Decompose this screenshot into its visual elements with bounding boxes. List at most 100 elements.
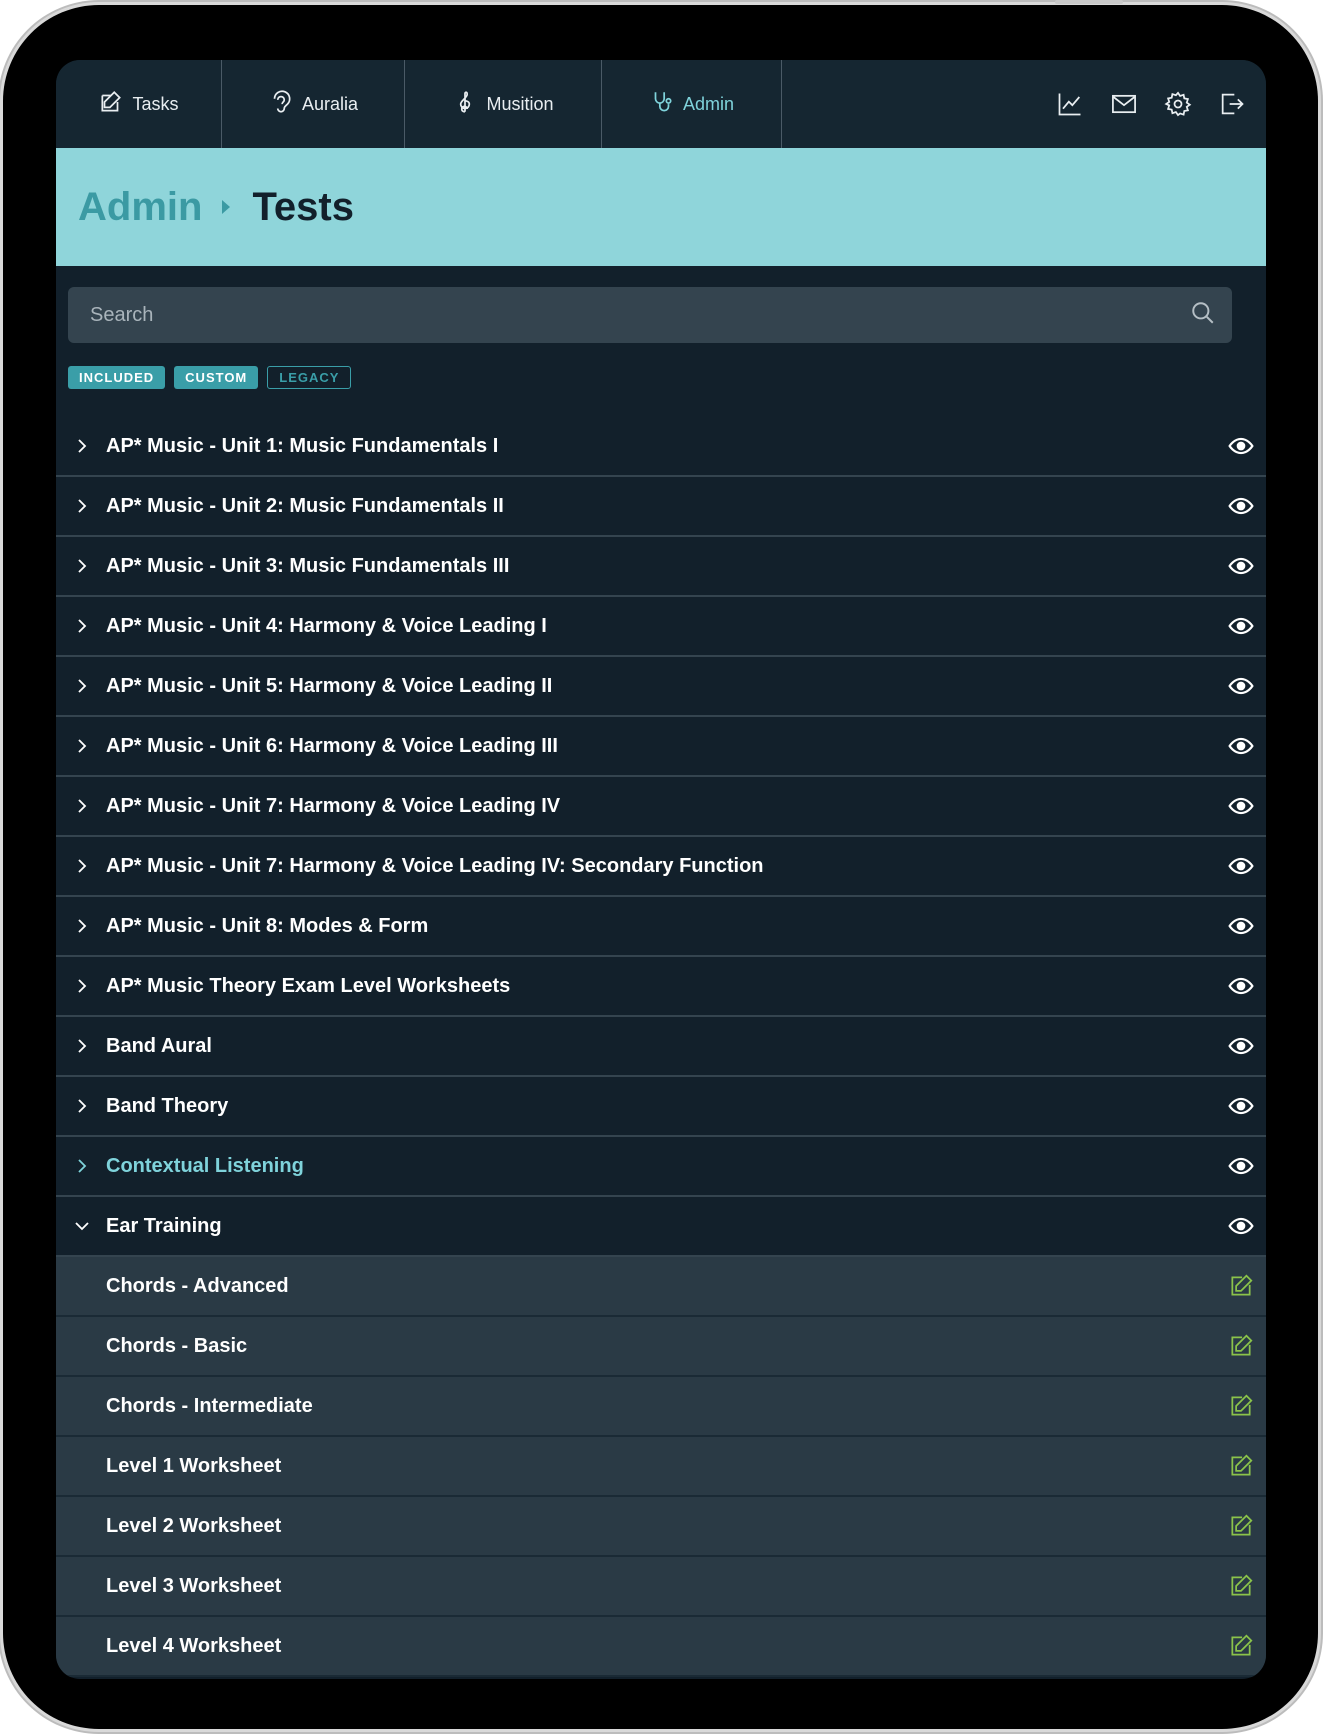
edit-icon <box>98 89 124 120</box>
eye-icon[interactable] <box>1228 1153 1254 1179</box>
test-row-label: Band Aural <box>106 1034 212 1057</box>
edit-icon[interactable] <box>1228 1573 1254 1599</box>
chevron-right-icon[interactable] <box>74 738 90 754</box>
test-subrow-label: Level 1 Worksheet <box>106 1454 282 1477</box>
logout-icon[interactable] <box>1218 90 1246 118</box>
test-subrow[interactable]: Level 3 Worksheet <box>56 1557 1266 1617</box>
test-row[interactable]: Band Aural <box>56 1017 1266 1077</box>
eye-icon[interactable] <box>1228 613 1254 639</box>
test-row[interactable]: AP* Music - Unit 3: Music Fundamentals I… <box>56 537 1266 597</box>
page-title: Tests <box>252 184 354 229</box>
edit-icon[interactable] <box>1228 1333 1254 1359</box>
test-row-label: AP* Music - Unit 7: Harmony & Voice Lead… <box>106 794 561 817</box>
edit-icon[interactable] <box>1228 1273 1254 1299</box>
test-row-label: AP* Music - Unit 1: Music Fundamentals I <box>106 434 499 457</box>
eye-icon[interactable] <box>1228 913 1254 939</box>
chevron-right-icon[interactable] <box>74 498 90 514</box>
test-row[interactable]: AP* Music - Unit 5: Harmony & Voice Lead… <box>56 657 1266 717</box>
eye-icon[interactable] <box>1228 853 1254 879</box>
chevron-right-icon[interactable] <box>74 798 90 814</box>
test-row-label: Band Theory <box>106 1094 229 1117</box>
chevron-right-icon[interactable] <box>74 918 90 934</box>
tab-tasks[interactable]: Tasks <box>56 60 222 148</box>
edit-icon[interactable] <box>1228 1633 1254 1659</box>
test-subrow-label: Level 3 Worksheet <box>106 1574 282 1597</box>
test-subrow[interactable]: Level 2 Worksheet <box>56 1497 1266 1557</box>
test-subrow-label: Level 4 Worksheet <box>106 1634 282 1657</box>
test-row[interactable]: AP* Music - Unit 6: Harmony & Voice Lead… <box>56 717 1266 777</box>
tab-musition-label: Musition <box>486 93 554 114</box>
test-subrow[interactable]: Chords - Intermediate <box>56 1377 1266 1437</box>
nav-actions <box>1056 60 1246 148</box>
test-subrow-label: Level 2 Worksheet <box>106 1514 282 1537</box>
filter-custom[interactable]: CUSTOM <box>174 366 259 389</box>
eye-icon[interactable] <box>1228 1093 1254 1119</box>
chevron-right-icon[interactable] <box>74 678 90 694</box>
chevron-right-icon[interactable] <box>74 1158 90 1174</box>
ear-icon <box>268 89 294 120</box>
test-subrow[interactable]: Chords - Advanced <box>56 1257 1266 1317</box>
tab-auralia[interactable]: Auralia <box>222 60 405 148</box>
test-row[interactable]: AP* Music - Unit 8: Modes & Form <box>56 897 1266 957</box>
chevron-right-icon[interactable] <box>74 858 90 874</box>
treble-clef-icon <box>452 89 478 120</box>
eye-icon[interactable] <box>1228 733 1254 759</box>
top-nav: Tasks Auralia Musition Admin <box>56 60 1266 148</box>
test-row-label: AP* Music - Unit 5: Harmony & Voice Lead… <box>106 674 553 697</box>
test-row-label: Ear Training <box>106 1214 222 1237</box>
chevron-right-icon[interactable] <box>74 1038 90 1054</box>
test-row-label: Contextual Listening <box>106 1154 304 1177</box>
chevron-right-icon[interactable] <box>74 618 90 634</box>
stethoscope-icon <box>649 89 675 120</box>
test-row-label: AP* Music - Unit 6: Harmony & Voice Lead… <box>106 734 558 757</box>
test-subrow[interactable]: Level 1 Worksheet <box>56 1437 1266 1497</box>
test-subrow[interactable]: Level 4 Worksheet <box>56 1617 1266 1677</box>
edit-icon[interactable] <box>1228 1453 1254 1479</box>
chevron-right-icon[interactable] <box>74 558 90 574</box>
eye-icon[interactable] <box>1228 793 1254 819</box>
test-row[interactable]: AP* Music - Unit 4: Harmony & Voice Lead… <box>56 597 1266 657</box>
chevron-right-icon[interactable] <box>74 978 90 994</box>
breadcrumb-admin[interactable]: Admin <box>78 185 202 230</box>
eye-icon[interactable] <box>1228 973 1254 999</box>
eye-icon[interactable] <box>1228 433 1254 459</box>
test-row[interactable]: AP* Music Theory Exam Level Worksheets <box>56 957 1266 1017</box>
tab-admin[interactable]: Admin <box>602 60 782 148</box>
test-subrow-label: Chords - Intermediate <box>106 1394 313 1417</box>
filter-chips: INCLUDED CUSTOM LEGACY <box>68 366 352 389</box>
chevron-down-icon[interactable] <box>74 1218 90 1234</box>
eye-icon[interactable] <box>1228 1033 1254 1059</box>
eye-icon[interactable] <box>1228 673 1254 699</box>
test-row[interactable]: Contextual Listening <box>56 1137 1266 1197</box>
eye-icon[interactable] <box>1228 493 1254 519</box>
filter-legacy[interactable]: LEGACY <box>267 366 352 389</box>
tab-tasks-label: Tasks <box>132 93 179 114</box>
search-icon[interactable] <box>1190 300 1232 331</box>
test-row-label: AP* Music - Unit 4: Harmony & Voice Lead… <box>106 614 547 637</box>
page-header: Admin Tests <box>56 148 1266 266</box>
edit-icon[interactable] <box>1228 1513 1254 1539</box>
eye-icon[interactable] <box>1228 553 1254 579</box>
test-row[interactable]: Ear Training <box>56 1197 1266 1257</box>
test-row-label: AP* Music - Unit 3: Music Fundamentals I… <box>106 554 510 577</box>
chart-icon[interactable] <box>1056 90 1084 118</box>
tab-musition[interactable]: Musition <box>405 60 602 148</box>
filter-included[interactable]: INCLUDED <box>68 366 166 389</box>
gear-icon[interactable] <box>1164 90 1192 118</box>
eye-icon[interactable] <box>1228 1213 1254 1239</box>
test-row[interactable]: AP* Music - Unit 7: Harmony & Voice Lead… <box>56 837 1266 897</box>
test-row-label: AP* Music - Unit 7: Harmony & Voice Lead… <box>106 854 764 877</box>
test-row-label: AP* Music - Unit 8: Modes & Form <box>106 914 429 937</box>
chevron-right-icon[interactable] <box>74 1098 90 1114</box>
search-input[interactable] <box>68 286 1190 344</box>
mail-icon[interactable] <box>1110 90 1138 118</box>
test-row[interactable]: AP* Music - Unit 2: Music Fundamentals I… <box>56 477 1266 537</box>
test-subrow[interactable]: Chords - Basic <box>56 1317 1266 1377</box>
edit-icon[interactable] <box>1228 1393 1254 1419</box>
test-row[interactable]: Band Theory <box>56 1077 1266 1137</box>
test-row[interactable]: AP* Music - Unit 7: Harmony & Voice Lead… <box>56 777 1266 837</box>
test-subrow-label: Chords - Basic <box>106 1334 248 1357</box>
chevron-right-icon[interactable] <box>74 438 90 454</box>
test-subrow-label: Chords - Advanced <box>106 1274 289 1297</box>
test-row[interactable]: AP* Music - Unit 1: Music Fundamentals I <box>56 417 1266 477</box>
